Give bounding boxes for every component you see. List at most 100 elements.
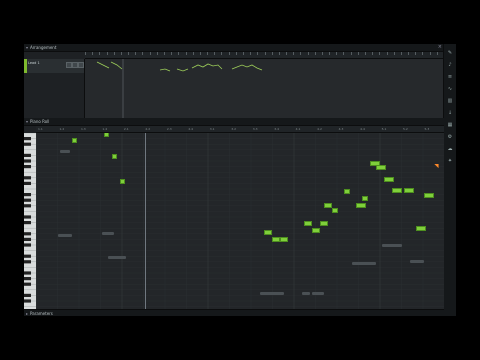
piano-keyboard[interactable] bbox=[24, 132, 36, 309]
midi-note[interactable] bbox=[264, 230, 272, 235]
midi-note[interactable] bbox=[356, 203, 366, 208]
piano-keys[interactable] bbox=[24, 132, 36, 309]
cloud-icon[interactable]: ☁ bbox=[447, 146, 453, 152]
track-header[interactable]: Lead 1 bbox=[24, 59, 85, 73]
black-key[interactable] bbox=[24, 165, 31, 169]
black-key[interactable] bbox=[24, 293, 31, 297]
black-key[interactable] bbox=[24, 159, 31, 163]
collapse-arrow-icon[interactable]: ▾ bbox=[26, 119, 28, 124]
black-key[interactable] bbox=[24, 137, 31, 141]
velocity-ghost bbox=[352, 262, 376, 265]
ruler-label: 3.1 bbox=[209, 127, 215, 131]
midi-note[interactable] bbox=[272, 237, 280, 242]
black-key[interactable] bbox=[24, 198, 31, 202]
arrangement-header: ▾ Arrangement × bbox=[24, 44, 444, 52]
midi-note[interactable] bbox=[280, 237, 288, 242]
ruler-tick bbox=[178, 52, 180, 55]
ruler-tick bbox=[163, 52, 165, 55]
midi-note[interactable] bbox=[304, 221, 312, 226]
midi-note[interactable] bbox=[104, 133, 109, 137]
black-key[interactable] bbox=[24, 232, 31, 236]
settings-icon[interactable]: ⚙ bbox=[447, 134, 453, 140]
midi-note[interactable] bbox=[312, 228, 320, 233]
midi-note[interactable] bbox=[416, 226, 426, 231]
black-key[interactable] bbox=[24, 254, 31, 258]
ruler-tick bbox=[228, 52, 230, 55]
arrangement-area[interactable] bbox=[85, 59, 444, 119]
black-key[interactable] bbox=[24, 221, 31, 225]
black-key[interactable] bbox=[24, 176, 31, 180]
black-key[interactable] bbox=[24, 282, 31, 286]
ruler-label: 3.4 bbox=[274, 127, 279, 131]
midi-note[interactable] bbox=[424, 193, 434, 198]
mixer-icon[interactable]: ≡ bbox=[447, 74, 453, 80]
gear-icon[interactable]: ✦ bbox=[447, 158, 453, 164]
piano-icon[interactable]: ▥ bbox=[447, 98, 453, 104]
ruler-label: 3.3 bbox=[252, 127, 258, 131]
ruler-tick bbox=[278, 52, 280, 55]
record-button[interactable] bbox=[78, 62, 84, 68]
bar-chart-icon[interactable]: ▦ bbox=[447, 122, 453, 128]
piano-roll-ruler[interactable]: 1.1 1.2 1.3 1.4 2.1 2.2 2.3 2.4 3.1 3.2 3.3 3.4 4.1 4… bbox=[36, 126, 444, 133]
ruler-tick bbox=[393, 52, 395, 55]
velocity-ghost bbox=[312, 292, 324, 295]
midi-note[interactable] bbox=[384, 177, 394, 182]
midi-note[interactable] bbox=[112, 154, 117, 159]
velocity-ghost bbox=[410, 260, 424, 263]
midi-note[interactable] bbox=[324, 203, 332, 208]
ruler-tick bbox=[257, 52, 259, 55]
playhead[interactable] bbox=[145, 133, 146, 309]
black-key[interactable] bbox=[24, 271, 31, 275]
ruler-label: 4.4 bbox=[360, 127, 365, 131]
midi-note[interactable] bbox=[72, 138, 77, 143]
black-key[interactable] bbox=[24, 260, 31, 264]
expand-arrow-icon[interactable]: ▸ bbox=[26, 311, 28, 316]
ruler-label: 5.3 bbox=[424, 127, 430, 131]
ruler-tick bbox=[286, 52, 288, 55]
ruler-tick bbox=[156, 52, 158, 55]
midi-note[interactable] bbox=[320, 221, 328, 226]
note-icon[interactable]: ♪ bbox=[447, 62, 453, 68]
automation-clip[interactable] bbox=[85, 59, 444, 119]
arrangement-title: Arrangement bbox=[30, 45, 57, 50]
velocity-ghost bbox=[260, 292, 284, 295]
download-icon[interactable]: ↓ bbox=[447, 110, 453, 116]
black-key[interactable] bbox=[24, 215, 31, 219]
ruler-tick bbox=[221, 52, 223, 55]
black-key[interactable] bbox=[24, 153, 31, 157]
black-key[interactable] bbox=[24, 181, 31, 185]
piano-roll-title: Piano Roll bbox=[30, 119, 50, 124]
black-key[interactable] bbox=[24, 193, 31, 197]
black-key[interactable] bbox=[24, 277, 31, 281]
midi-note[interactable] bbox=[376, 165, 386, 170]
midi-note[interactable] bbox=[404, 188, 414, 193]
midi-note[interactable] bbox=[120, 179, 125, 184]
black-key[interactable] bbox=[24, 243, 31, 247]
ruler-tick bbox=[357, 52, 359, 55]
ruler-tick bbox=[314, 52, 316, 55]
black-key[interactable] bbox=[24, 299, 31, 303]
close-icon[interactable]: × bbox=[438, 44, 442, 50]
piano-roll-grid[interactable] bbox=[36, 133, 444, 309]
black-key[interactable] bbox=[24, 204, 31, 208]
collapse-arrow-icon[interactable]: ▾ bbox=[26, 45, 28, 50]
velocity-ghost bbox=[102, 232, 114, 235]
midi-note[interactable] bbox=[362, 196, 368, 201]
eq-icon[interactable]: ∿ bbox=[447, 86, 453, 92]
ruler-tick bbox=[128, 52, 130, 55]
midi-note[interactable] bbox=[392, 188, 402, 193]
wrench-icon[interactable]: ✎ bbox=[447, 50, 453, 56]
black-key[interactable] bbox=[24, 237, 31, 241]
black-key[interactable] bbox=[24, 142, 31, 146]
midi-note[interactable] bbox=[332, 208, 338, 213]
ruler-label: 2.2 bbox=[145, 127, 151, 131]
ruler-label: 2.4 bbox=[188, 127, 194, 131]
midi-note[interactable] bbox=[344, 189, 350, 194]
ruler-tick bbox=[235, 52, 237, 55]
ruler-label: 1.3 bbox=[80, 127, 86, 131]
ruler-tick bbox=[99, 52, 101, 55]
ruler-tick bbox=[120, 52, 122, 55]
arrangement-ruler[interactable] bbox=[85, 52, 444, 59]
ruler-label: 4.2 bbox=[317, 127, 322, 131]
ruler-tick bbox=[386, 52, 388, 55]
